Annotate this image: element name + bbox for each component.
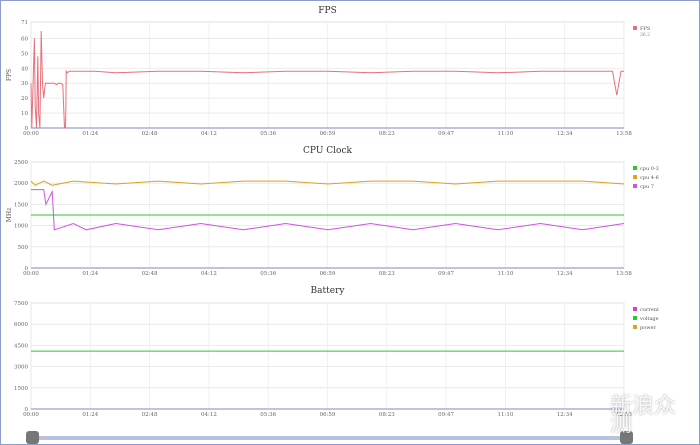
y-axis-label-1: MHz	[6, 208, 13, 223]
legend-swatch	[633, 26, 637, 30]
x-tick-label: 06:59	[320, 271, 336, 277]
legend-swatch	[633, 307, 637, 311]
legend-swatch	[633, 166, 637, 170]
x-tick-label: 06:59	[320, 412, 336, 418]
x-tick-label: 09:47	[438, 412, 454, 418]
x-tick-label: 12:34	[557, 271, 573, 277]
legend-label: power	[640, 325, 656, 331]
y-tick-label: 4500	[14, 343, 28, 349]
x-tick-label: 04:12	[201, 131, 217, 137]
y-tick-label: 40	[21, 66, 28, 72]
x-tick-label: 13:58	[616, 131, 632, 137]
x-tick-label: 11:10	[497, 131, 513, 137]
x-tick-label: 04:12	[201, 271, 217, 277]
chart-title-0: FPS	[318, 6, 336, 16]
legend-label: current	[640, 307, 659, 313]
x-tick-label: 05:36	[260, 271, 276, 277]
x-tick-label: 04:12	[201, 412, 217, 418]
y-axis-label-0: FPS	[6, 69, 13, 81]
y-tick-label: 1500	[14, 386, 28, 392]
y-tick-label: 1000	[14, 224, 28, 230]
y-tick-label: 20	[21, 96, 28, 102]
legend-label: cpu 0-3	[640, 166, 659, 172]
x-tick-label: 01:24	[82, 131, 98, 137]
y-tick-label: 500	[18, 245, 29, 251]
x-tick-label: 08:23	[379, 271, 395, 277]
y-tick-label: 2000	[14, 181, 28, 187]
x-tick-label: 11:10	[497, 271, 513, 277]
y-tick-label: 71	[21, 20, 28, 26]
x-tick-label: 09:47	[438, 131, 454, 137]
x-tick-label: 00:00	[23, 412, 39, 418]
y-tick-label: 10	[21, 111, 28, 117]
x-tick-label: 00:00	[23, 271, 39, 277]
chart-title-1: CPU Clock	[303, 146, 352, 156]
y-tick-label: 30	[21, 81, 28, 87]
x-tick-label: 06:59	[320, 131, 336, 137]
time-range-start-handle[interactable]	[26, 431, 39, 444]
y-tick-label: 60	[21, 36, 28, 42]
legend-swatch	[633, 325, 637, 329]
x-tick-label: 01:24	[82, 271, 98, 277]
x-tick-label: 02:48	[142, 131, 158, 137]
y-tick-label: 6000	[14, 322, 28, 328]
x-tick-label: 02:48	[142, 412, 158, 418]
x-tick-label: 01:24	[82, 412, 98, 418]
x-tick-label: 02:48	[142, 271, 158, 277]
y-tick-label: 1500	[14, 202, 28, 208]
x-tick-label: 09:47	[438, 271, 454, 277]
y-tick-label: 3000	[14, 365, 28, 371]
x-tick-label: 12:34	[557, 131, 573, 137]
x-tick-label: 13:58	[616, 271, 632, 277]
legend-swatch	[633, 175, 637, 179]
watermark-logo: 新浪众测	[610, 394, 677, 437]
y-tick-label: 50	[21, 51, 28, 57]
x-tick-label: 05:36	[260, 131, 276, 137]
legend-label: FPS	[640, 26, 651, 32]
x-tick-label: 12:34	[557, 412, 573, 418]
time-range-track[interactable]	[28, 436, 632, 440]
x-tick-label: 08:23	[379, 412, 395, 418]
x-tick-label: 00:00	[23, 131, 39, 137]
legend-swatch	[633, 316, 637, 320]
legend-label: voltage	[639, 316, 659, 322]
x-tick-label: 05:36	[260, 412, 276, 418]
x-tick-label: 08:23	[379, 131, 395, 137]
chart-title-2: Battery	[311, 286, 346, 296]
y-tick-label: 7500	[14, 301, 28, 307]
legend-sublabel: 36.2	[640, 32, 650, 38]
x-tick-label: 11:10	[497, 412, 513, 418]
y-tick-label: 2500	[14, 160, 28, 166]
legend-label: cpu 4-6	[640, 175, 659, 181]
legend-label: cpu 7	[640, 184, 654, 190]
legend-swatch	[633, 184, 637, 188]
charts-canvas: FPSFPS01020304050607100:00 01:24 02:48 04:1…	[6, 6, 659, 418]
